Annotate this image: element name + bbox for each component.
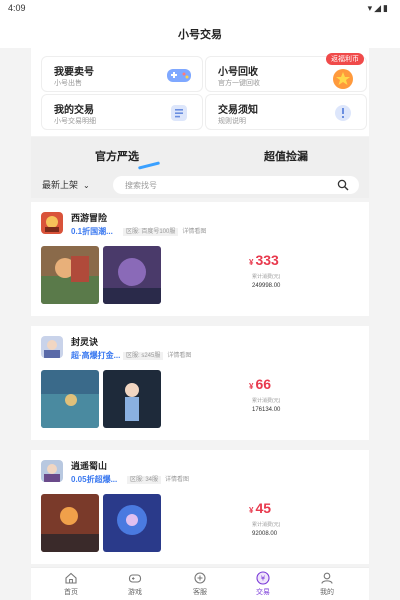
document-icon (171, 105, 187, 121)
server-chip: 区服: s245服 (123, 352, 164, 360)
nav-label: 首页 (64, 589, 78, 596)
card-subtitle: 官方一键回收 (218, 80, 260, 87)
detail-text: 详情看图 (167, 353, 192, 359)
search-input[interactable]: 搜索找号 (113, 176, 359, 194)
price: ¥66 (249, 376, 271, 392)
nav-service[interactable]: 客服 (175, 571, 225, 597)
bottom-nav: 首页 游戏 客服 ¥ 交易 我的 (31, 567, 369, 600)
status-bar: 4:09 ▾◢▮ (0, 0, 400, 16)
filter-bar: 最新上架 ⌄ 搜索找号 (31, 172, 369, 198)
my-trades-card[interactable]: 我的交易 小号交易明细 (41, 94, 203, 130)
chevron-down-icon: ⌄ (83, 181, 90, 190)
server-chip: 区服: 百度号100服 (123, 228, 179, 236)
price-value: 66 (255, 376, 272, 392)
nav-label: 客服 (193, 589, 207, 596)
nav-games[interactable]: 游戏 (110, 571, 160, 597)
price-value: 333 (255, 252, 279, 268)
card-title: 交易须知 (218, 105, 258, 116)
page-title: 小号交易 (178, 29, 222, 41)
listing-card[interactable]: 逍遥蜀山 0.05折超爆... 区服: 34服 详情看图 ¥45 累计消费(元) … (31, 450, 369, 564)
game-name: 逍遥蜀山 (71, 461, 108, 471)
sort-dropdown[interactable]: 最新上架 ⌄ (42, 178, 90, 191)
quick-actions: 我要卖号 小号出售 小号回收 官方一键回收 返福利币 我的交易 小号交易明细 交… (31, 48, 369, 136)
trade-icon: ¥ (256, 571, 270, 585)
trade-rules-card[interactable]: 交易须知 规则说明 (205, 94, 367, 130)
screenshot-thumbnail[interactable] (41, 370, 99, 428)
currency-symbol: ¥ (249, 382, 254, 391)
screenshot-thumbnail[interactable] (41, 246, 99, 304)
profile-icon (321, 572, 333, 584)
screenshot-thumbnail[interactable] (41, 494, 99, 552)
tab-bargains[interactable]: 超值捡漏 (264, 148, 308, 164)
card-subtitle: 小号出售 (54, 80, 82, 87)
listing-meta: 区服: 34服 详情看图 (127, 474, 190, 484)
card-subtitle: 小号交易明细 (54, 118, 96, 125)
total-spent-label: 累计消费(元) (252, 522, 281, 528)
header: 小号交易 (0, 16, 400, 48)
detail-text: 详情看图 (165, 477, 190, 483)
total-spent-value: 92008.00 (252, 531, 278, 537)
trade-tabs: 官方严选 超值捡漏 (31, 137, 369, 172)
card-title: 小号回收 (218, 67, 258, 78)
rebate-badge: 返福利币 (326, 53, 364, 65)
listing-tagline: 0.1折国潮... (71, 227, 113, 236)
nav-home[interactable]: 首页 (46, 571, 96, 597)
listing-meta: 区服: s245服 详情看图 (123, 350, 192, 360)
listing-tagline: 超·高爆打金... (71, 351, 121, 360)
screenshot-thumbnail[interactable] (103, 370, 161, 428)
headset-icon (194, 572, 206, 584)
game-name: 西游冒险 (71, 213, 108, 223)
card-title: 我的交易 (54, 105, 94, 116)
screenshot-thumbnail[interactable] (103, 246, 161, 304)
nav-profile[interactable]: 我的 (302, 571, 352, 597)
listing-meta: 区服: 百度号100服 详情看图 (123, 226, 207, 236)
card-title: 我要卖号 (54, 67, 94, 78)
price: ¥333 (249, 252, 279, 268)
active-tab-indicator (137, 161, 161, 170)
nav-trade[interactable]: ¥ 交易 (238, 571, 288, 597)
card-subtitle: 规则说明 (218, 118, 246, 125)
sell-account-card[interactable]: 我要卖号 小号出售 (41, 56, 203, 92)
nav-label: 游戏 (128, 589, 142, 596)
home-icon (65, 572, 77, 584)
currency-symbol: ¥ (249, 258, 254, 267)
status-icons: ▾◢▮ (367, 3, 390, 13)
listing-tagline: 0.05折超爆... (71, 475, 118, 484)
search-icon[interactable] (337, 179, 349, 191)
total-spent-value: 249998.00 (252, 283, 281, 289)
nav-label: 我的 (320, 589, 334, 596)
sort-label: 最新上架 (42, 180, 79, 190)
screenshot-thumbnail[interactable] (103, 494, 161, 552)
search-placeholder: 搜索找号 (125, 181, 157, 190)
server-chip: 区服: 34服 (127, 476, 162, 484)
info-icon (335, 105, 351, 121)
recycle-account-card[interactable]: 小号回收 官方一键回收 返福利币 (205, 53, 367, 92)
game-icon (41, 212, 63, 234)
controller-icon (128, 574, 142, 583)
gamepad-icon (167, 69, 191, 82)
currency-symbol: ¥ (249, 506, 254, 515)
total-spent-label: 累计消费(元) (252, 398, 281, 404)
listing-card[interactable]: 西游冒险 0.1折国潮... 区服: 百度号100服 详情看图 ¥333 累计消费… (31, 202, 369, 316)
detail-text: 详情看图 (182, 229, 207, 235)
nav-label: 交易 (256, 589, 270, 596)
status-time: 4:09 (8, 3, 26, 13)
total-spent-label: 累计消费(元) (252, 274, 281, 280)
medal-icon (333, 69, 353, 89)
tab-official-picks[interactable]: 官方严选 (95, 148, 139, 164)
game-name: 封灵诀 (71, 337, 99, 347)
listing-card[interactable]: 封灵诀 超·高爆打金... 区服: s245服 详情看图 ¥66 累计消费(元) … (31, 326, 369, 440)
svg-text:¥: ¥ (261, 575, 266, 583)
price-value: 45 (255, 500, 272, 516)
game-icon (41, 336, 63, 358)
game-icon (41, 460, 63, 482)
total-spent-value: 176134.00 (252, 407, 281, 413)
price: ¥45 (249, 500, 271, 516)
